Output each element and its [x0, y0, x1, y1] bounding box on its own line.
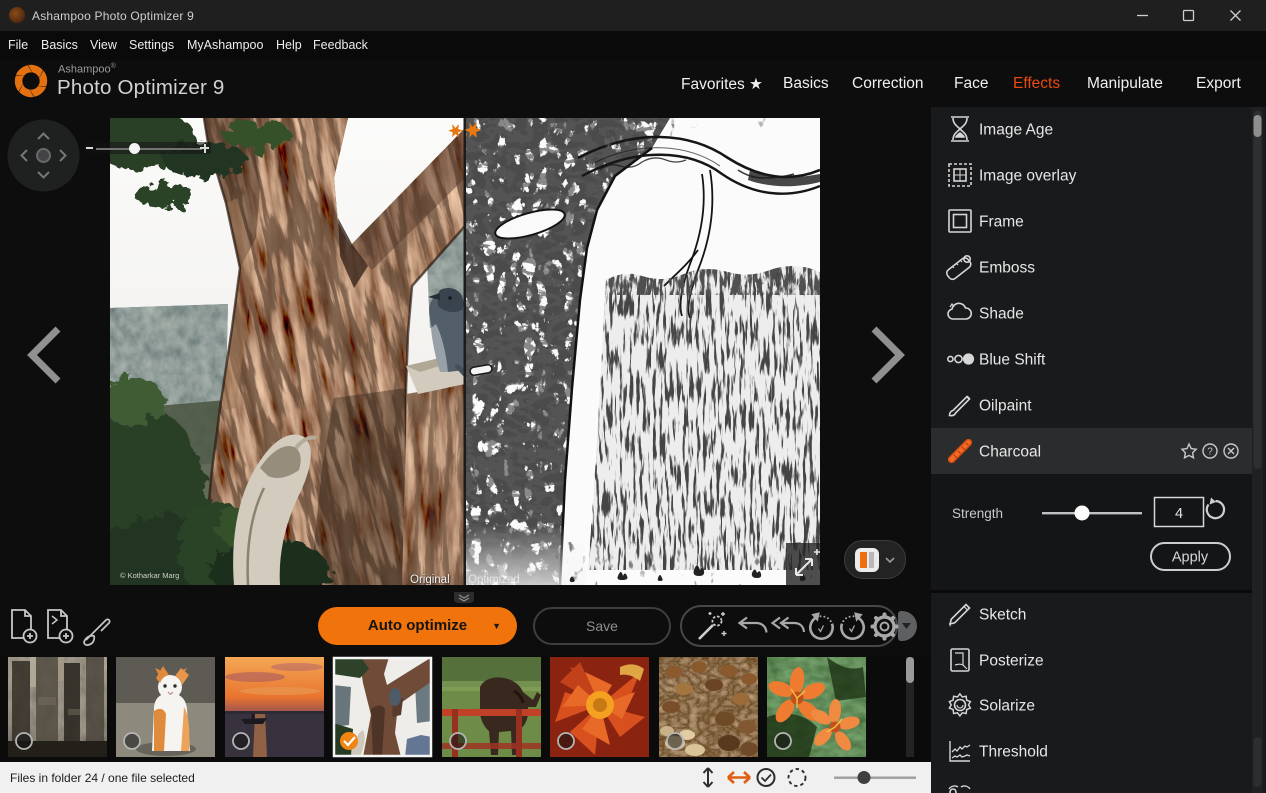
svg-text:Sketch: Sketch: [979, 607, 1026, 624]
svg-text:Emboss: Emboss: [979, 260, 1035, 277]
svg-text:Threshold: Threshold: [979, 744, 1048, 761]
svg-text:?: ?: [1207, 447, 1213, 458]
svg-text:Image Age: Image Age: [979, 122, 1053, 139]
svg-text:Solarize: Solarize: [979, 698, 1035, 715]
svg-text:Image overlay: Image overlay: [979, 168, 1077, 185]
svg-text:Apply: Apply: [1172, 550, 1209, 566]
svg-text:Oilpaint: Oilpaint: [979, 398, 1032, 415]
svg-text:Charcoal: Charcoal: [979, 444, 1041, 461]
svg-text:Blue Shift: Blue Shift: [979, 352, 1046, 369]
svg-text:Optimized: Optimized: [468, 574, 520, 585]
svg-text:4: 4: [1175, 506, 1183, 522]
svg-text:Posterize: Posterize: [979, 653, 1044, 670]
svg-text:Original: Original: [410, 574, 450, 585]
svg-text:Frame: Frame: [979, 214, 1024, 231]
svg-text:© Kotharkar Marg: © Kotharkar Marg: [120, 571, 179, 580]
svg-text:Shade: Shade: [979, 306, 1024, 323]
svg-text:Strength: Strength: [952, 506, 1003, 521]
